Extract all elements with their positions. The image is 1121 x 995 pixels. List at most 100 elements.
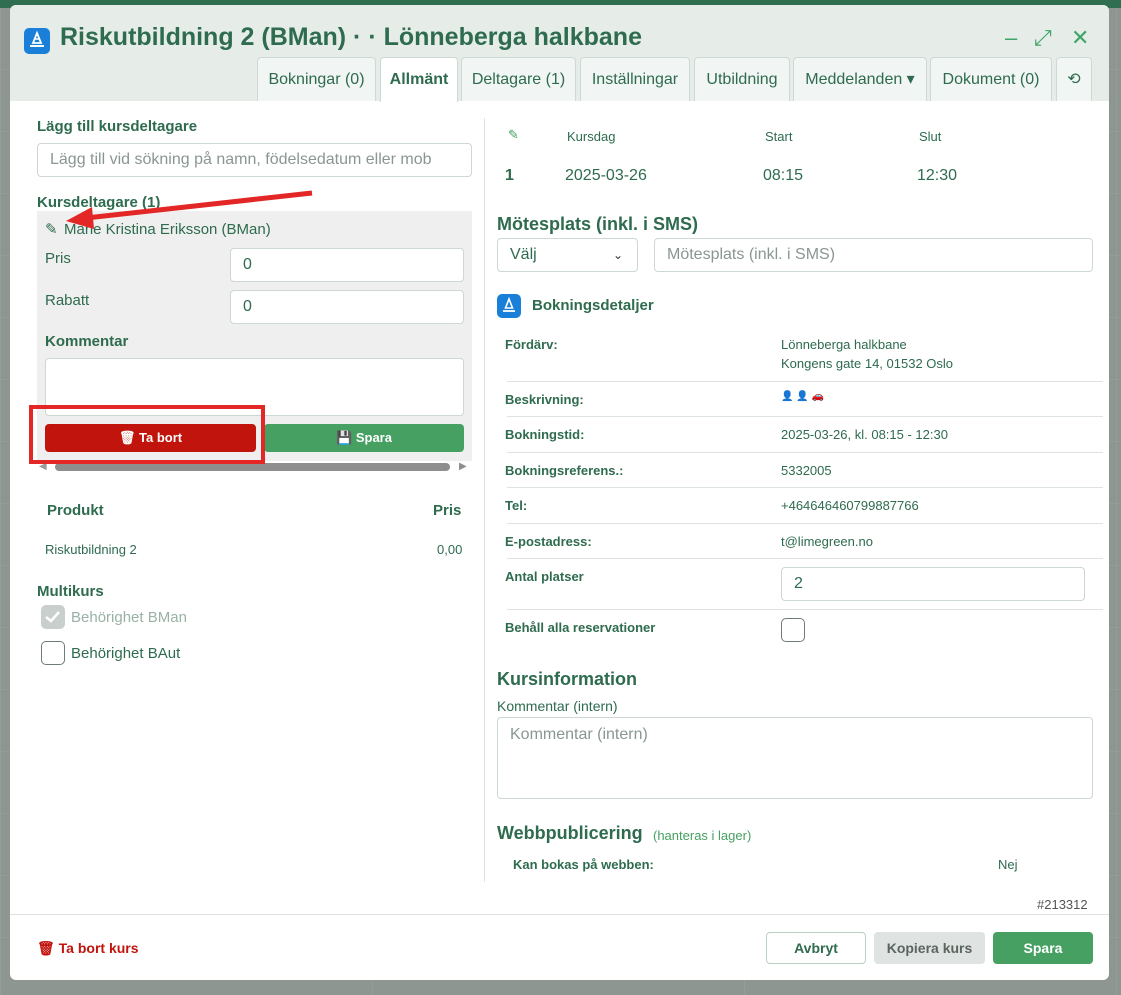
behorighet-bman-label: Behörighet BMan: [71, 609, 187, 626]
booking-label-time: Bokningstid:: [505, 427, 585, 442]
course-info-title: Kursinformation: [497, 669, 638, 689]
booking-label-reference: Bokningsreferens.:: [505, 463, 624, 478]
modal-title: Riskutbildning 2 (BMan) · · Lönneberga h…: [60, 23, 642, 51]
schedule-end-header: Slut: [919, 129, 942, 144]
meeting-place-placeholder: Mötesplats (inkl. i SMS): [667, 246, 836, 263]
product-name: Riskutbildning 2: [45, 542, 137, 557]
booking-value-time: 2025-03-26, kl. 08:15 - 12:30: [781, 427, 948, 442]
trash-icon: 🗑: [37, 940, 55, 956]
bookable-web-value: Nej: [998, 857, 1018, 872]
scroll-right-arrow[interactable]: ▶: [459, 461, 467, 472]
web-publishing-note: (hanteras i lager): [653, 828, 752, 843]
product-price-header: Pris: [433, 502, 462, 519]
footer-divider: [10, 914, 1109, 915]
web-publishing-title: Webbpublicering: [497, 823, 643, 843]
floppy-icon: 💾: [336, 430, 353, 445]
seats-label: Antal platser: [505, 569, 584, 584]
booking-value-email: t@limegreen.no: [781, 534, 873, 549]
discount-value: 0: [243, 298, 252, 315]
internal-comment-textarea[interactable]: Kommentar (intern): [497, 717, 1093, 799]
edit-schedule-icon[interactable]: ✎: [508, 127, 519, 143]
behorighet-baut-checkbox[interactable]: [41, 641, 65, 665]
schedule-end: 12:30: [917, 167, 958, 184]
close-icon[interactable]: ✕: [1071, 23, 1089, 53]
tab-messages[interactable]: Meddelanden ▾: [793, 57, 927, 101]
booking-value-location: Lönneberga halkbane: [781, 337, 907, 352]
row-divider: [507, 523, 1103, 524]
discount-label: Rabatt: [45, 292, 90, 309]
modal-header: Riskutbildning 2 (BMan) · · Lönneberga h…: [10, 5, 1109, 102]
price-value: 0: [243, 256, 252, 273]
tab-bookings[interactable]: Bokningar (0): [257, 57, 376, 101]
course-modal: Riskutbildning 2 (BMan) · · Lönneberga h…: [10, 5, 1109, 980]
tab-documents[interactable]: Dokument (0): [930, 57, 1052, 101]
save-course-button[interactable]: Spara: [993, 932, 1093, 964]
course-id: #213312: [1037, 897, 1088, 912]
maximize-icon[interactable]: ⤢: [1034, 23, 1052, 53]
chevron-down-icon: ⌄: [612, 248, 623, 262]
behorighet-bman-checkbox[interactable]: [41, 605, 65, 629]
meeting-place-title: Mötesplats (inkl. i SMS): [497, 214, 699, 234]
product-price: 0,00: [437, 542, 463, 557]
schedule-day: 2025-03-26: [565, 167, 647, 184]
person-person-car-icon: 👤 👤 🚗: [781, 391, 824, 402]
search-placeholder: Lägg till vid sökning på namn, födelseda…: [50, 151, 432, 168]
copy-course-button[interactable]: Kopiera kurs: [874, 932, 985, 964]
booking-value-tel: +464646460799887766: [781, 498, 919, 513]
row-divider: [507, 558, 1103, 559]
save-participant-label: Spara: [355, 430, 392, 445]
participant-search-input[interactable]: Lägg till vid sökning på namn, födelseda…: [37, 143, 472, 177]
behorighet-baut-label: Behörighet BAut: [71, 645, 181, 662]
cancel-button[interactable]: Avbryt: [766, 932, 866, 964]
meeting-place-input[interactable]: Mötesplats (inkl. i SMS): [654, 238, 1093, 272]
schedule-start-header: Start: [765, 129, 793, 144]
seats-input[interactable]: 2: [781, 567, 1085, 601]
annotation-arrow: [66, 190, 313, 229]
price-label: Pris: [45, 250, 71, 267]
course-icon: [24, 28, 50, 54]
booking-value-address: Kongens gate 14, 01532 Oslo: [781, 356, 954, 371]
schedule-day-header: Kursdag: [567, 129, 616, 144]
add-participant-label: Lägg till kursdeltagare: [37, 118, 198, 135]
meeting-place-select[interactable]: Välj ⌄: [497, 238, 638, 272]
history-icon[interactable]: ⟲: [1056, 57, 1092, 101]
row-divider: [507, 452, 1103, 453]
price-input[interactable]: 0: [230, 248, 464, 282]
delete-course-button[interactable]: 🗑 Ta bort kurs: [37, 940, 139, 957]
internal-comment-label: Kommentar (intern): [497, 698, 618, 714]
booking-details-title: Bokningsdetaljer: [532, 297, 654, 314]
tab-education[interactable]: Utbildning: [694, 57, 790, 101]
tab-settings[interactable]: Inställningar: [580, 57, 690, 101]
booking-label-description: Beskrivning:: [505, 392, 584, 407]
meeting-place-select-value: Välj: [510, 246, 537, 263]
bookable-web-label: Kan bokas på webben:: [513, 857, 654, 872]
booking-details-icon: [497, 294, 521, 318]
save-participant-button[interactable]: 💾 Spara: [264, 424, 464, 452]
row-divider: [507, 416, 1103, 417]
multikurs-label: Multikurs: [37, 583, 104, 600]
delete-course-label: Ta bort kurs: [58, 940, 139, 956]
keep-reservations-checkbox[interactable]: [781, 618, 805, 642]
minimize-icon[interactable]: –: [1005, 23, 1017, 53]
edit-participant-icon[interactable]: ✎: [45, 220, 58, 238]
internal-comment-placeholder: Kommentar (intern): [510, 726, 648, 743]
row-divider: [507, 487, 1103, 488]
tab-participants[interactable]: Deltagare (1): [461, 57, 576, 101]
highlight-box: [29, 405, 265, 464]
discount-input[interactable]: 0: [230, 290, 464, 324]
column-divider: [484, 118, 485, 882]
tab-general[interactable]: Allmänt: [380, 57, 458, 102]
schedule-start: 08:15: [763, 167, 804, 184]
schedule-row-number: 1: [505, 167, 514, 184]
row-divider: [507, 609, 1103, 610]
product-header: Produkt: [47, 502, 104, 519]
horizontal-scrollbar[interactable]: [55, 463, 450, 471]
comment-label: Kommentar: [45, 333, 129, 350]
booking-label-fordarv: Fördärv:: [505, 337, 558, 352]
booking-label-tel: Tel:: [505, 498, 528, 513]
booking-value-reference: 5332005: [781, 463, 832, 478]
seats-value: 2: [794, 575, 803, 592]
row-divider: [507, 381, 1103, 382]
keep-reservations-label: Behåll alla reservationer: [505, 620, 656, 635]
booking-label-email: E-postadress:: [505, 534, 592, 549]
